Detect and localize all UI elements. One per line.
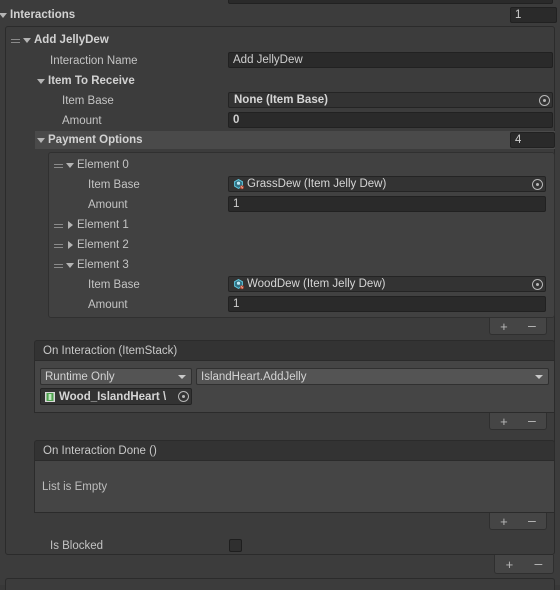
remove-interaction-button[interactable]: –: [535, 556, 543, 570]
remove-element-button[interactable]: –: [528, 318, 536, 332]
payment-options-label: Payment Options: [48, 134, 143, 146]
scriptable-object-icon: [232, 278, 245, 291]
drag-handle-icon[interactable]: [53, 220, 65, 231]
scriptable-object-icon: [232, 178, 245, 191]
payment-element-1-header[interactable]: Element 1: [53, 215, 353, 235]
drag-handle-icon[interactable]: [53, 260, 65, 271]
receive-item-base-value: None (Item Base): [234, 94, 328, 106]
interactions-header-row[interactable]: Interactions: [0, 5, 560, 25]
element-0-amount-input[interactable]: 1: [228, 196, 546, 212]
drag-handle-icon[interactable]: [10, 35, 22, 46]
interaction-element-header[interactable]: Add JellyDew: [10, 30, 550, 50]
element-3-foldout-icon[interactable]: [65, 260, 76, 271]
interactions-foldout-icon[interactable]: [0, 10, 9, 21]
payment-options-add-remove-footer[interactable]: + –: [489, 318, 547, 335]
inspector-panel: Interactions 1 Add JellyDew Interaction …: [0, 0, 560, 590]
payment-element-2-header[interactable]: Element 2: [53, 235, 353, 255]
payment-element-1-label: Element 1: [77, 219, 129, 231]
on-interaction-done-event-title: On Interaction Done (): [43, 444, 157, 457]
element-3-item-base-label: Item Base: [88, 279, 140, 291]
payment-element-0-label: Element 0: [77, 159, 129, 171]
element-0-amount-label: Amount: [88, 199, 128, 211]
add-listener-button[interactable]: +: [500, 515, 508, 528]
receive-item-base-objectfield[interactable]: None (Item Base): [228, 92, 553, 108]
next-section-clipped-box: [5, 578, 555, 590]
add-element-button[interactable]: +: [500, 320, 508, 333]
is-blocked-row: Is Blocked: [50, 536, 250, 556]
chevron-down-icon: [535, 375, 543, 379]
element-0-item-base-label: Item Base: [88, 179, 140, 191]
item-to-receive-foldout[interactable]: Item To Receive: [36, 71, 296, 91]
element-0-amount-value: 1: [233, 198, 240, 210]
interaction-name-input[interactable]: Add JellyDew: [228, 52, 553, 68]
interaction-element-title: Add JellyDew: [34, 34, 109, 46]
interactions-label: Interactions: [10, 9, 76, 21]
item-to-receive-foldout-icon[interactable]: [36, 76, 47, 87]
object-picker-icon[interactable]: [177, 390, 190, 403]
on-interaction-event-header: On Interaction (ItemStack): [34, 340, 555, 360]
is-blocked-checkbox[interactable]: [229, 539, 242, 552]
receive-amount-input[interactable]: 0: [228, 112, 553, 128]
drag-handle-icon[interactable]: [53, 240, 65, 251]
element-0-foldout-icon[interactable]: [65, 160, 76, 171]
interaction-name-value: Add JellyDew: [233, 54, 303, 66]
element-foldout-icon[interactable]: [22, 35, 33, 46]
on-interaction-done-add-remove-footer[interactable]: + –: [489, 513, 547, 530]
interactions-size-field[interactable]: 1: [510, 7, 557, 23]
object-picker-icon[interactable]: [538, 94, 551, 107]
on-interaction-target-objectfield[interactable]: Wood_IslandHeart \: [40, 388, 192, 405]
on-interaction-event-title: On Interaction (ItemStack): [43, 344, 178, 357]
chevron-down-icon: [178, 375, 186, 379]
payment-element-3-header[interactable]: Element 3: [53, 255, 353, 275]
receive-amount-label: Amount: [62, 115, 102, 127]
receive-amount-value: 0: [233, 114, 240, 126]
item-to-receive-label: Item To Receive: [48, 75, 135, 87]
on-interaction-done-event-header: On Interaction Done (): [34, 440, 555, 460]
element-0-item-base-objectfield[interactable]: GrassDew (Item Jelly Dew): [228, 176, 546, 192]
payment-options-foldout-icon[interactable]: [36, 135, 47, 146]
on-interaction-done-event-body: [34, 460, 555, 513]
element-3-amount-label: Amount: [88, 299, 128, 311]
add-listener-button[interactable]: +: [500, 415, 508, 428]
remove-listener-button[interactable]: –: [528, 413, 536, 427]
element-3-amount-input[interactable]: 1: [228, 296, 546, 312]
interaction-name-row: Interaction Name: [50, 51, 250, 71]
interaction-name-label: Interaction Name: [50, 55, 138, 67]
element-3-amount-value: 1: [233, 298, 240, 310]
interactions-size-value: 1: [515, 9, 522, 21]
remove-listener-button[interactable]: –: [528, 513, 536, 527]
payment-element-3-label: Element 3: [77, 259, 129, 271]
is-blocked-label: Is Blocked: [50, 540, 104, 552]
receive-item-base-label: Item Base: [62, 95, 114, 107]
add-interaction-button[interactable]: +: [506, 558, 514, 571]
object-picker-icon[interactable]: [531, 178, 544, 191]
payment-element-0-header[interactable]: Element 0: [53, 155, 353, 175]
element-3-item-base-objectfield[interactable]: WoodDew (Item Jelly Dew): [228, 276, 546, 292]
call-state-value: Runtime Only: [45, 370, 115, 383]
element-0-item-base-value: GrassDew (Item Jelly Dew): [247, 178, 387, 190]
clipped-text-field[interactable]: [228, 0, 553, 4]
prefab-icon: [44, 391, 56, 403]
on-interaction-call-state-dropdown[interactable]: Runtime Only: [40, 368, 192, 385]
on-interaction-done-empty-label: List is Empty: [42, 481, 108, 493]
interactions-add-remove-footer[interactable]: + –: [494, 555, 554, 574]
on-interaction-add-remove-footer[interactable]: + –: [489, 413, 547, 430]
on-interaction-function-dropdown[interactable]: IslandHeart.AddJelly: [196, 368, 549, 385]
drag-handle-icon[interactable]: [53, 160, 65, 171]
element-2-foldout-icon[interactable]: [65, 240, 76, 251]
element-1-foldout-icon[interactable]: [65, 220, 76, 231]
payment-options-foldout[interactable]: Payment Options: [36, 131, 336, 149]
payment-options-size-value: 4: [515, 134, 522, 146]
element-3-item-base-value: WoodDew (Item Jelly Dew): [247, 278, 386, 290]
object-picker-icon[interactable]: [531, 278, 544, 291]
payment-element-2-label: Element 2: [77, 239, 129, 251]
on-interaction-target-value: Wood_IslandHeart \: [59, 390, 167, 403]
function-value: IslandHeart.AddJelly: [201, 370, 307, 383]
payment-options-size-field[interactable]: 4: [510, 132, 555, 148]
